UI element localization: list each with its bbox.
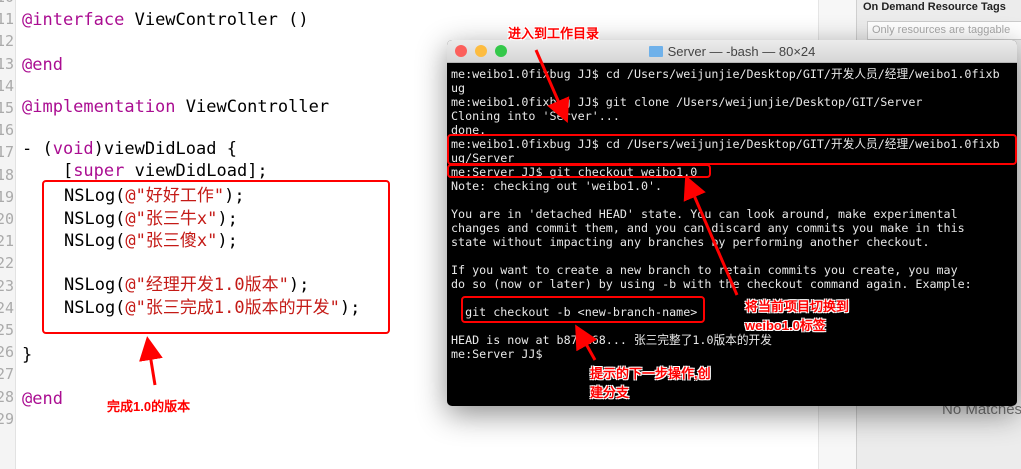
terminal-line: Note: checking out 'weibo1.0'. [451, 179, 663, 193]
folder-icon [648, 46, 663, 57]
terminal-title-bar[interactable]: Server — -bash — 80×24 [447, 40, 1017, 63]
line-number: 10 [0, 0, 14, 6]
code-line-17[interactable]: - (void)viewDidLoad { [22, 139, 237, 159]
code-text: ViewController () [124, 10, 309, 30]
resource-tags-input[interactable]: Only resources are taggable [867, 21, 1021, 40]
keyword: @implementation [22, 97, 176, 117]
terminal-title: Server — -bash — 80×24 [667, 44, 816, 59]
keyword: super [73, 161, 125, 181]
line-number: 13 [0, 54, 14, 73]
line-number: 16 [0, 121, 14, 140]
code-line-28[interactable]: @end [22, 389, 63, 409]
line-number: 19 [0, 187, 14, 206]
terminal-line: You are in 'detached HEAD' state. You ca… [451, 207, 958, 221]
terminal-line: me:Server JJ$ [451, 347, 543, 361]
line-number: 24 [0, 298, 14, 317]
keyword: void [52, 139, 94, 159]
line-number: 21 [0, 232, 14, 251]
terminal-line: do so (now or later) by using -b with th… [451, 277, 972, 291]
code-text: [ [22, 161, 74, 181]
code-text: - ( [22, 139, 53, 159]
annotation-workdir: 进入到工作目录 [508, 26, 600, 41]
line-number: 27 [0, 365, 14, 384]
keyword: @interface [22, 10, 125, 30]
annotation-done-version: 完成1.0的版本 [107, 399, 191, 414]
code-text: ViewController [175, 97, 330, 117]
terminal-line: me:weibo1.0fixbug JJ$ git clone /Users/w… [451, 95, 923, 109]
terminal-line: changes and commit them, and you can dis… [451, 221, 965, 235]
code-line-11[interactable]: @interface ViewController () [22, 10, 309, 30]
line-number: 20 [0, 210, 14, 228]
line-number: 12 [0, 32, 14, 51]
line-number: 23 [0, 276, 14, 295]
cd-command-highlight-box [447, 134, 1017, 165]
terminal-line: Cloning into 'Server'... [451, 109, 620, 123]
line-number: 14 [0, 76, 14, 95]
terminal-line: ug [451, 81, 466, 95]
terminal-line: HEAD is now at b872268... 张三完整了1.0版本的开发 [451, 333, 772, 347]
checkout-command-highlight-box [447, 164, 711, 178]
line-number: 11 [0, 10, 14, 29]
inspector-section-title: On Demand Resource Tags [863, 1, 1006, 13]
new-branch-highlight-box [461, 296, 705, 323]
line-number: 15 [0, 99, 14, 117]
line-number: 28 [0, 387, 14, 406]
annotation-next-step: 提示的下一步操作,创 建分支 [590, 366, 711, 400]
line-number: 25 [0, 321, 14, 339]
arrow-done-version [139, 336, 163, 386]
terminal-line: If you want to create a new branch to re… [451, 263, 958, 277]
terminal-line: state without impacting any branches by … [451, 235, 930, 249]
line-number: 17 [0, 143, 14, 162]
terminal-window[interactable]: Server — -bash — 80×24 me:weibo1.0fixbug… [447, 40, 1017, 406]
line-number: 22 [0, 254, 14, 273]
line-number: 26 [0, 343, 14, 362]
terminal-line: me:weibo1.0fixbug JJ$ cd /Users/weijunji… [451, 67, 1000, 81]
code-text: viewDidLoad]; [124, 161, 268, 181]
code-line-18[interactable]: [super viewDidLoad]; [22, 161, 268, 181]
code-line-13[interactable]: @end [22, 55, 63, 75]
line-number: 18 [0, 165, 14, 184]
annotation-switch-tag: 将当前项目切换到 weibo1.0标签 [745, 299, 850, 333]
code-highlight-box [42, 180, 390, 334]
code-text: )viewDidLoad { [93, 139, 237, 159]
keyword: @end [22, 55, 63, 75]
code-line-26[interactable]: } [22, 345, 32, 365]
code-line-15[interactable]: @implementation ViewController [22, 97, 329, 117]
line-number: 29 [0, 409, 14, 428]
keyword: @end [22, 389, 63, 409]
